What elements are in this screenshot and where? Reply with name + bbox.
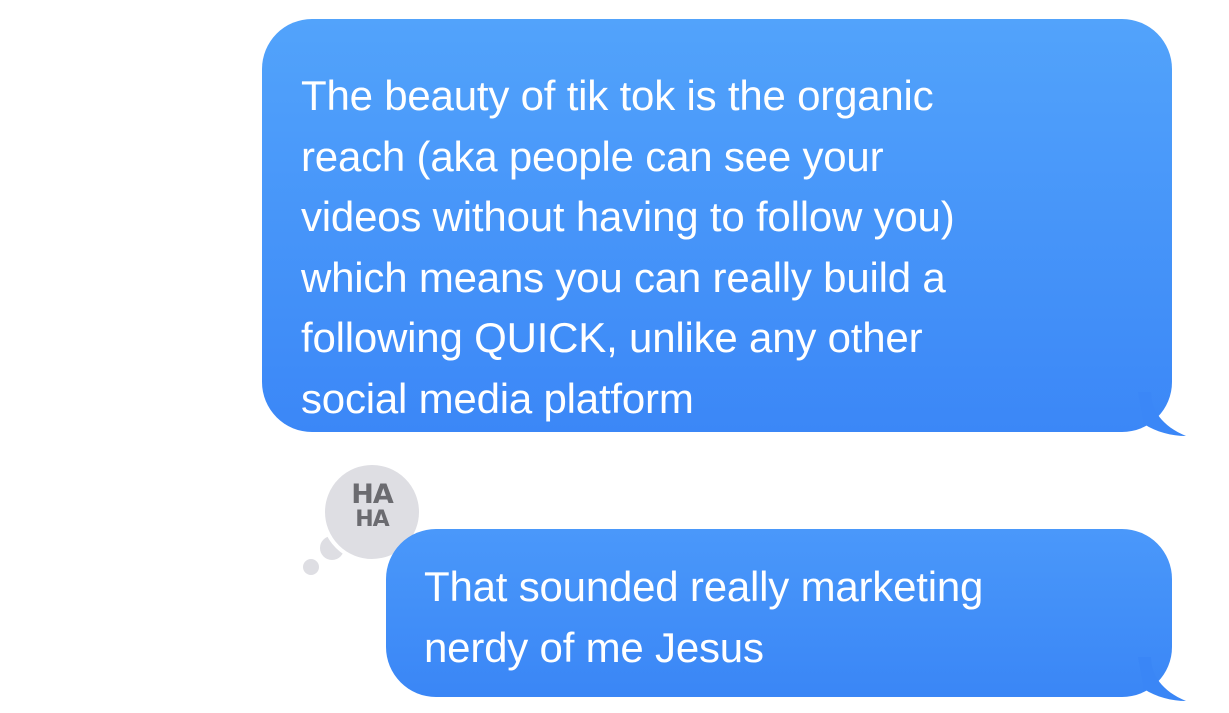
message-tail-icon (1138, 657, 1186, 701)
message-line: nerdy of me Jesus (424, 623, 764, 671)
haha-line-top: HA (351, 479, 394, 510)
message-line: following QUICK, unlike any other (301, 314, 923, 361)
outgoing-message-bubble[interactable]: That sounded really marketing nerdy of m… (386, 529, 1172, 697)
message-thread: The beauty of tik tok is the organic rea… (0, 0, 1229, 713)
message-line: That sounded really marketing (424, 563, 984, 610)
message-line: which means you can really build a (301, 253, 946, 301)
message-line: social media platform (301, 374, 694, 422)
message-tail-icon (1138, 392, 1186, 436)
haha-reaction-icon: HA HA (321, 479, 423, 532)
tapback-small-dot (303, 559, 319, 575)
message-line: reach (aka people can see your (301, 132, 884, 180)
message-line: The beauty of tik tok is the organic (301, 72, 934, 119)
message-line: videos without having to follow you) (301, 193, 955, 240)
haha-line-bottom: HA (355, 507, 389, 532)
outgoing-message-bubble[interactable]: The beauty of tik tok is the organic rea… (262, 19, 1172, 432)
